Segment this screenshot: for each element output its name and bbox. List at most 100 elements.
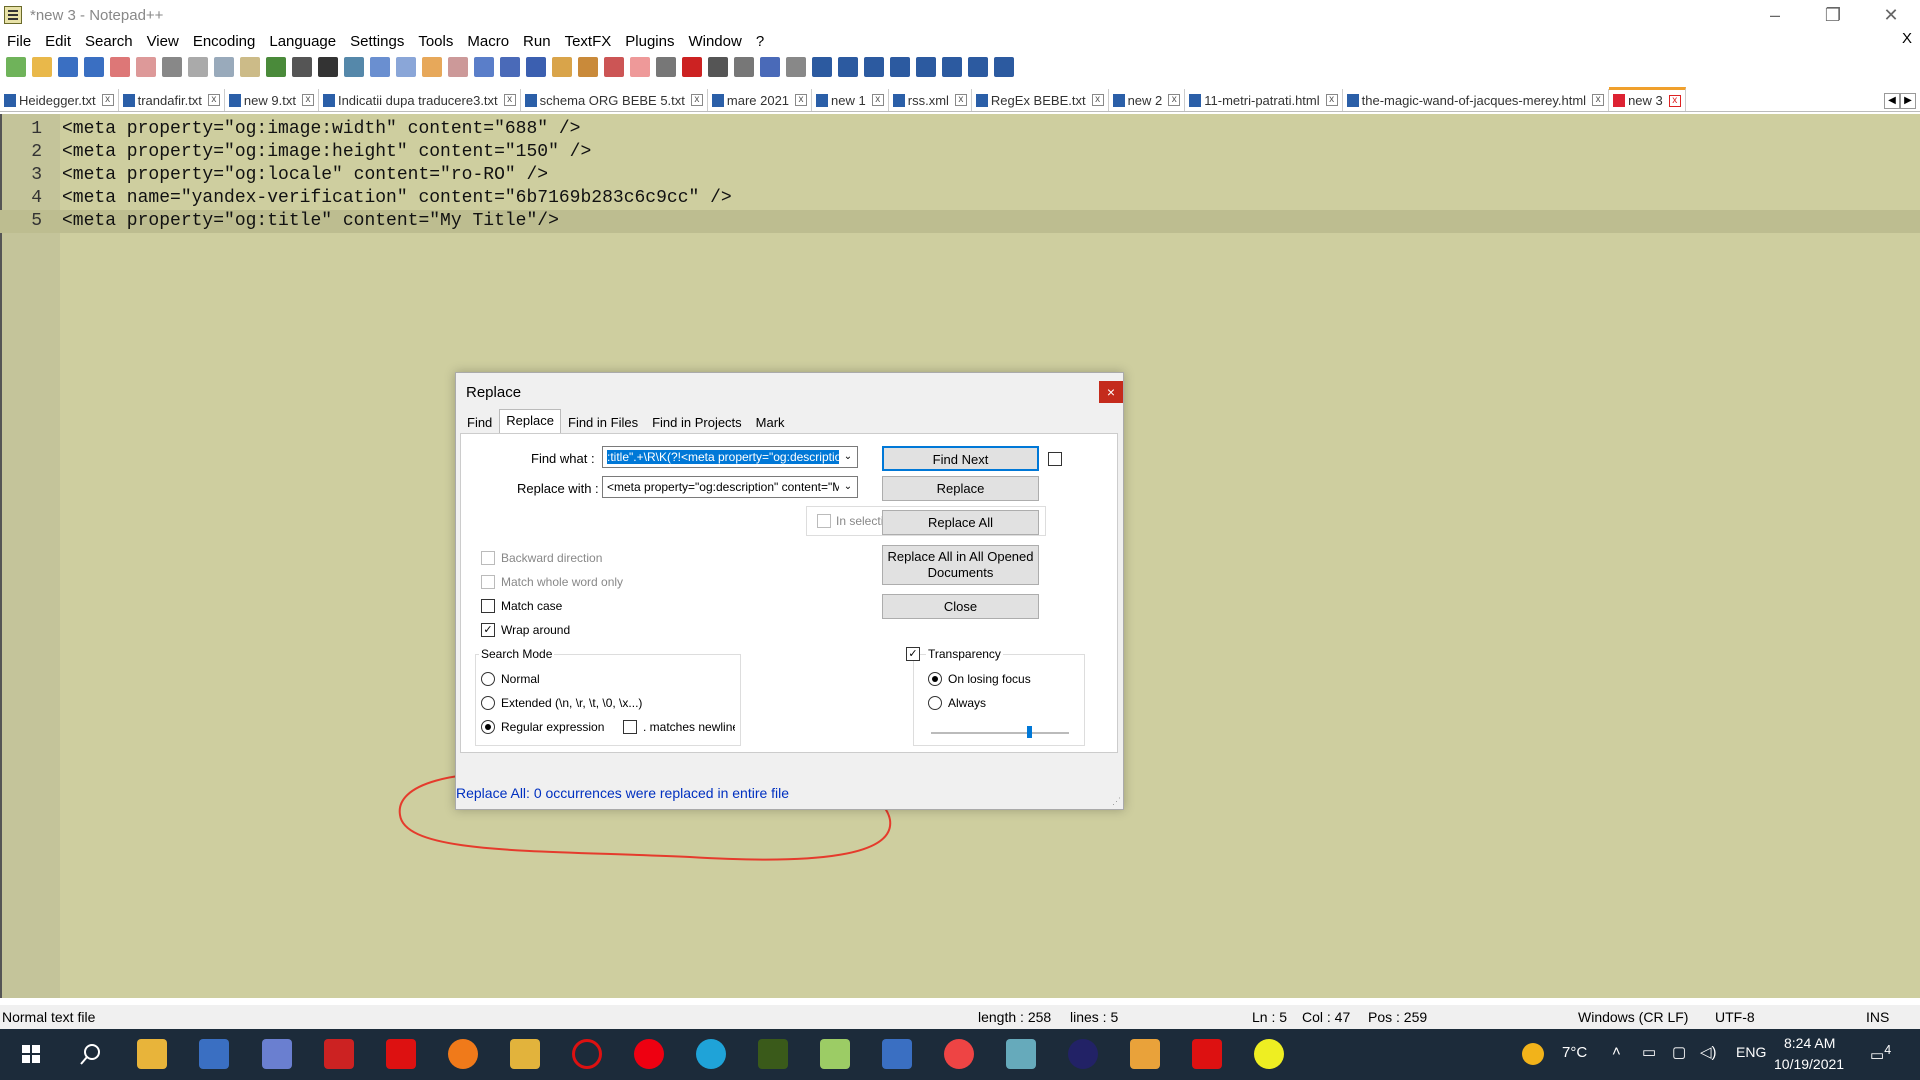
plugin-icon-6[interactable] bbox=[994, 57, 1014, 77]
windows-start-icon[interactable] bbox=[16, 1039, 46, 1069]
search-icon[interactable] bbox=[76, 1039, 106, 1069]
tab-11-metri[interactable]: 11-metri-patrati.html x bbox=[1185, 89, 1343, 111]
close-all-icon[interactable] bbox=[136, 57, 156, 77]
close-tab-icon[interactable]: x bbox=[207, 94, 220, 106]
ultra-icon[interactable] bbox=[1068, 1039, 1098, 1069]
show-all-chars-icon[interactable] bbox=[500, 57, 520, 77]
regex-radio[interactable] bbox=[481, 720, 495, 734]
code-line-current[interactable]: 5 <meta property="og:title" content="My T… bbox=[0, 210, 1920, 233]
save-app-icon[interactable] bbox=[882, 1039, 912, 1069]
normal-radio[interactable] bbox=[481, 672, 495, 686]
notepadpp-taskbar-icon[interactable] bbox=[820, 1039, 850, 1069]
undo-icon[interactable] bbox=[266, 57, 286, 77]
code-line[interactable]: 3 <meta property="og:locale" content="ro-… bbox=[0, 164, 1920, 187]
language-indicator[interactable]: ENG bbox=[1736, 1044, 1766, 1060]
replace-all-button[interactable]: Replace All bbox=[882, 510, 1039, 535]
copy-icon[interactable] bbox=[214, 57, 234, 77]
zoom-out-icon[interactable] bbox=[396, 57, 416, 77]
print-icon[interactable] bbox=[162, 57, 182, 77]
save-icon[interactable] bbox=[58, 57, 78, 77]
always-radio[interactable] bbox=[928, 696, 942, 710]
tab-rss-xml[interactable]: rss.xml x bbox=[889, 89, 972, 111]
chevron-down-icon[interactable]: ⌄ bbox=[839, 477, 857, 497]
menu-search[interactable]: Search bbox=[78, 33, 140, 50]
weather-sun-icon[interactable] bbox=[1522, 1043, 1544, 1065]
close-tab-icon[interactable]: x bbox=[1325, 94, 1338, 106]
edge-icon[interactable] bbox=[696, 1039, 726, 1069]
close-tab-icon[interactable]: x bbox=[301, 94, 314, 106]
close-tab-icon[interactable]: x bbox=[1091, 94, 1104, 106]
on-losing-focus-radio[interactable] bbox=[928, 672, 942, 686]
find-what-input[interactable]: :title".+\R\K(?!<meta property="og:descr… bbox=[602, 446, 858, 468]
app-icon-c[interactable] bbox=[324, 1039, 354, 1069]
eol-format[interactable]: Windows (CR LF) bbox=[1578, 1009, 1688, 1025]
in-selection-checkbox[interactable] bbox=[817, 514, 831, 528]
replace-all-opened-button[interactable]: Replace All in All Opened Documents bbox=[882, 545, 1039, 585]
menu-encoding[interactable]: Encoding bbox=[186, 33, 263, 50]
transparency-slider[interactable] bbox=[931, 732, 1069, 734]
menu-language[interactable]: Language bbox=[262, 33, 343, 50]
menu-macro[interactable]: Macro bbox=[460, 33, 516, 50]
insert-mode[interactable]: INS bbox=[1866, 1009, 1889, 1025]
menu-window[interactable]: Window bbox=[681, 33, 748, 50]
app-icon-1[interactable] bbox=[262, 1039, 292, 1069]
opera-icon[interactable] bbox=[572, 1039, 602, 1069]
code-line[interactable]: 2 <meta property="og:image:height" conten… bbox=[0, 141, 1920, 164]
menu-plugins[interactable]: Plugins bbox=[618, 33, 681, 50]
tab-scroll-left-button[interactable]: ◀ bbox=[1884, 93, 1900, 109]
sync-horizontal-icon[interactable] bbox=[448, 57, 468, 77]
replace-icon[interactable] bbox=[344, 57, 364, 77]
folder-workspace-icon[interactable] bbox=[630, 57, 650, 77]
tab-find[interactable]: Find bbox=[460, 411, 499, 434]
file-explorer-icon[interactable] bbox=[137, 1039, 167, 1069]
replace-button[interactable]: Replace bbox=[882, 476, 1039, 501]
puzzle-icon[interactable] bbox=[1130, 1039, 1160, 1069]
transparency-checkbox[interactable]: ✓ bbox=[906, 647, 920, 661]
transparency-slider-thumb[interactable] bbox=[1027, 726, 1032, 738]
clock-date[interactable]: 10/19/2021 bbox=[1774, 1056, 1844, 1072]
volume-icon[interactable]: ◁) bbox=[1700, 1043, 1717, 1061]
save-all-icon[interactable] bbox=[84, 57, 104, 77]
tab-mark[interactable]: Mark bbox=[749, 411, 792, 434]
code-line[interactable]: 1 <meta property="og:image:width" content… bbox=[0, 118, 1920, 141]
tab-find-in-files[interactable]: Find in Files bbox=[561, 411, 645, 434]
tray-chevron-icon[interactable]: ˄ bbox=[1612, 1043, 1621, 1060]
plugin-icon-5[interactable] bbox=[968, 57, 988, 77]
record-macro-icon[interactable] bbox=[682, 57, 702, 77]
tab-schema-org[interactable]: schema ORG BEBE 5.txt x bbox=[521, 89, 708, 111]
tab-trandafir[interactable]: trandafir.txt x bbox=[119, 89, 225, 111]
tab-new-1[interactable]: new 1x bbox=[812, 89, 889, 111]
menu-settings[interactable]: Settings bbox=[343, 33, 411, 50]
redo-icon[interactable] bbox=[292, 57, 312, 77]
close-tab-icon[interactable]: x bbox=[101, 94, 114, 106]
whole-word-checkbox[interactable] bbox=[481, 575, 495, 589]
close-file-icon[interactable] bbox=[110, 57, 130, 77]
close-tab-icon[interactable]: x bbox=[871, 94, 884, 106]
resize-grip-icon[interactable]: ⋰ bbox=[1112, 796, 1121, 807]
run-macro-multiple-icon[interactable] bbox=[760, 57, 780, 77]
menu-edit[interactable]: Edit bbox=[38, 33, 78, 50]
sync-vertical-icon[interactable] bbox=[422, 57, 442, 77]
app-icon-t[interactable] bbox=[386, 1039, 416, 1069]
menu-tools[interactable]: Tools bbox=[411, 33, 460, 50]
menu-run[interactable]: Run bbox=[516, 33, 558, 50]
code-line[interactable]: 4 <meta name="yandex-verification" conten… bbox=[0, 187, 1920, 210]
tab-regex-bebe[interactable]: RegEx BEBE.txt x bbox=[972, 89, 1109, 111]
menu-textfx[interactable]: TextFX bbox=[558, 33, 619, 50]
close-window-button[interactable]: ✕ bbox=[1862, 0, 1920, 30]
notification-icon[interactable]: ▭4 bbox=[1870, 1043, 1891, 1064]
tab-new-3[interactable]: new 3x bbox=[1609, 87, 1686, 111]
tab-scroll-right-button[interactable]: ▶ bbox=[1900, 93, 1916, 109]
app-icon-2[interactable] bbox=[510, 1039, 540, 1069]
clock-time[interactable]: 8:24 AM bbox=[1784, 1035, 1835, 1051]
play-macro-icon[interactable] bbox=[734, 57, 754, 77]
app-icon-3[interactable] bbox=[1006, 1039, 1036, 1069]
find-next-button[interactable]: Find Next bbox=[882, 446, 1039, 471]
dreamweaver-icon[interactable] bbox=[758, 1039, 788, 1069]
zoom-in-icon[interactable] bbox=[370, 57, 390, 77]
arrow-down-icon[interactable] bbox=[942, 57, 962, 77]
store-icon[interactable] bbox=[199, 1039, 229, 1069]
close-tab-icon[interactable]: x bbox=[1668, 94, 1681, 107]
match-case-checkbox[interactable] bbox=[481, 599, 495, 613]
new-file-icon[interactable] bbox=[6, 57, 26, 77]
